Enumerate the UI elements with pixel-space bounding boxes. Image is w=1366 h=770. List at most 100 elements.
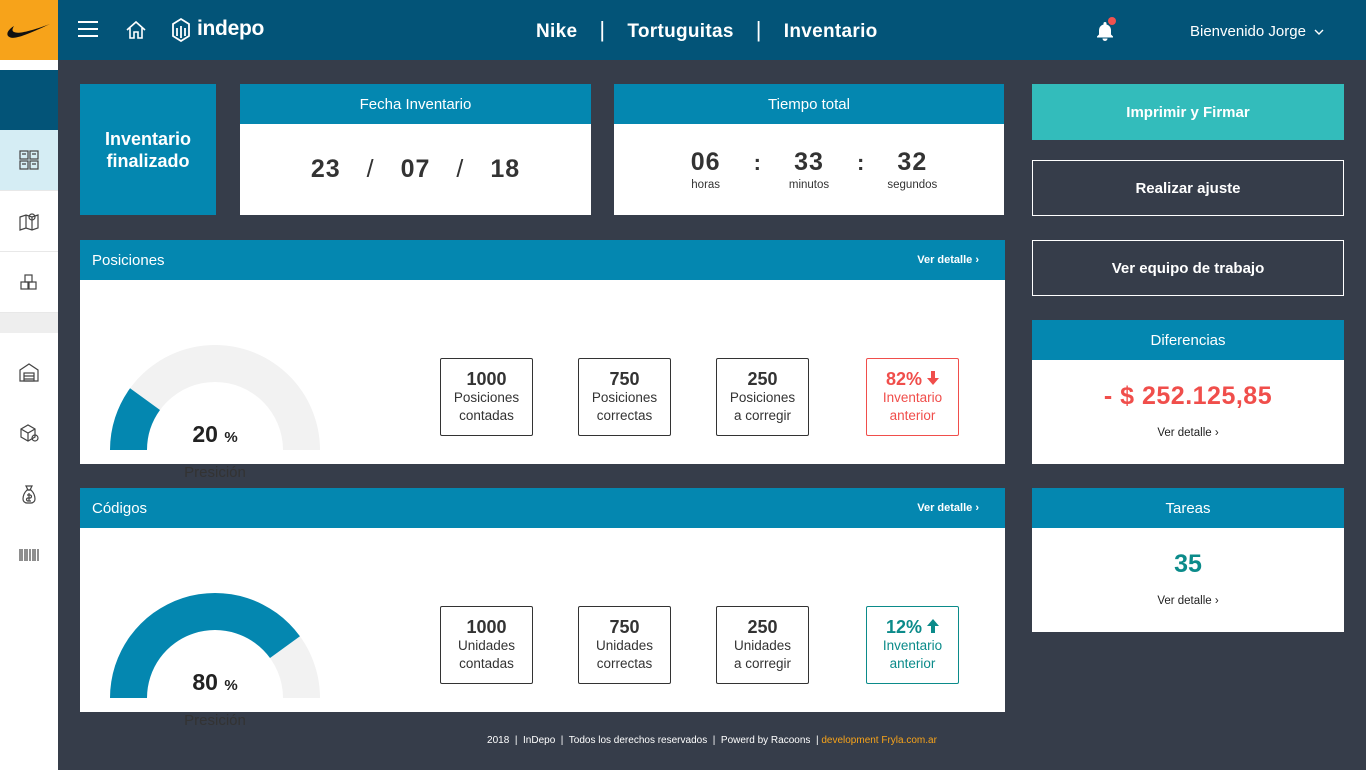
stat-label: Unidades <box>595 638 654 653</box>
barcode-icon <box>19 548 39 561</box>
warehouse-icon <box>19 362 39 382</box>
top-bar: indepo Nike | Tortuguitas | Inventario B… <box>58 0 1366 60</box>
date-year: 18 <box>490 155 521 183</box>
stat-label: Inventario <box>882 390 943 405</box>
codes-precision-unit: % <box>224 677 238 694</box>
breadcrumb: Nike | Tortuguitas | Inventario <box>536 17 878 45</box>
total-time-card: Tiempo total 06 horas : 33 minutos : 32 … <box>614 84 1004 215</box>
codes-panel: Códigos Ver detalle › 80 % Presición 100… <box>80 488 1005 729</box>
status-line-2: finalizado <box>106 150 190 171</box>
stat-label: Posiciones <box>591 390 658 405</box>
differences-card: Diferencias - $ 252.125,85 Ver detalle › <box>1032 320 1344 464</box>
tasks-detail-link[interactable]: Ver detalle › <box>1032 595 1344 607</box>
codes-precision-label: Presición <box>184 712 246 729</box>
positions-precision-value: 20 <box>192 421 218 447</box>
stat-label: Posiciones <box>453 390 520 405</box>
units-correct-box: 750 Unidades correctas <box>578 606 671 684</box>
inventory-date-card: Fecha Inventario 23 / 07 / 18 <box>240 84 591 215</box>
time-colon: : <box>857 150 865 175</box>
user-menu[interactable]: Bienvenido Jorge <box>1190 23 1324 40</box>
differences-title: Diferencias <box>1032 320 1344 360</box>
notifications-bell-icon[interactable] <box>1094 17 1116 47</box>
nike-swoosh-icon <box>7 24 50 38</box>
package-search-icon <box>20 423 39 442</box>
stat-label: correctas <box>596 656 653 671</box>
positions-gauge: 20 % Presición <box>110 344 320 481</box>
arrow-down-icon <box>927 371 940 385</box>
hamburger-menu-icon[interactable] <box>78 21 98 37</box>
breadcrumb-separator: | <box>599 17 606 42</box>
codes-gauge: 80 % Presición <box>110 592 320 729</box>
stat-label: Posiciones <box>729 390 796 405</box>
stat-label: contadas <box>459 656 514 671</box>
sidebar-item-barcode[interactable] <box>0 524 58 585</box>
stat-label: contadas <box>459 408 514 423</box>
chevron-down-icon <box>1314 29 1324 35</box>
map-icon <box>19 213 39 231</box>
date-month: 07 <box>400 155 431 183</box>
make-adjustment-button[interactable]: Realizar ajuste <box>1032 160 1344 216</box>
view-team-button[interactable]: Ver equipo de trabajo <box>1032 240 1344 296</box>
user-greeting: Bienvenido Jorge <box>1190 23 1306 40</box>
footer: 2018 | InDepo | Todos los derechos reser… <box>58 735 1366 746</box>
date-separator: / <box>366 155 375 183</box>
stat-label: Inventario <box>882 638 943 653</box>
differences-value: - $ 252.125,85 <box>1103 382 1273 410</box>
brand-name: indepo <box>197 17 265 40</box>
arrow-up-icon <box>927 619 940 633</box>
breadcrumb-client[interactable]: Nike <box>536 21 577 43</box>
footer-developer-link[interactable]: development Fryla.com.ar <box>821 735 937 746</box>
home-icon[interactable] <box>125 19 147 46</box>
sidebar <box>0 0 58 770</box>
positions-correct-box: 750 Posiciones correctas <box>578 358 671 436</box>
sidebar-item-packages[interactable] <box>0 402 58 463</box>
stat-number: 82% <box>886 369 940 389</box>
tasks-title: Tareas <box>1032 488 1344 528</box>
tasks-count: 35 <box>1174 550 1202 578</box>
codes-previous-inventory-box: 12% Inventario anterior <box>866 606 959 684</box>
inventory-status-tile: Inventario finalizado <box>80 84 216 215</box>
tasks-card: Tareas 35 Ver detalle › <box>1032 488 1344 632</box>
units-counted-box: 1000 Unidades contadas <box>440 606 533 684</box>
stat-label: a corregir <box>733 408 792 423</box>
stat-label: Unidades <box>457 638 516 653</box>
sidebar-item-inventory[interactable] <box>0 130 58 191</box>
sidebar-item-warehouse[interactable] <box>0 341 58 402</box>
stat-number: 750 <box>609 617 640 637</box>
date-day: 23 <box>310 155 341 183</box>
differences-detail-link[interactable]: Ver detalle › <box>1032 427 1344 439</box>
status-line-1: Inventario <box>104 128 192 149</box>
codes-precision-value: 80 <box>192 669 218 695</box>
print-and-sign-button[interactable]: Imprimir y Firmar <box>1032 84 1344 140</box>
indepo-logo-icon <box>172 17 190 42</box>
money-bag-icon <box>22 484 36 504</box>
positions-detail-link[interactable]: Ver detalle › <box>917 254 979 266</box>
time-minutes: 33 <box>794 148 824 176</box>
time-hours-label: horas <box>691 179 721 191</box>
stat-number: 12% <box>885 617 940 637</box>
codes-detail-link[interactable]: Ver detalle › <box>917 502 979 514</box>
positions-previous-inventory-box: 82% Inventario anterior <box>866 358 959 436</box>
previous-inventory-percent: 12% <box>885 617 922 637</box>
stat-label: correctas <box>596 408 653 423</box>
breadcrumb-separator: | <box>755 17 762 42</box>
time-seconds-label: segundos <box>887 179 938 191</box>
positions-panel: Posiciones Ver detalle › 20 % Presición … <box>80 240 1005 481</box>
breadcrumb-site[interactable]: Tortuguitas <box>627 21 733 43</box>
stat-label: a corregir <box>733 656 792 671</box>
sidebar-item-money[interactable] <box>0 463 58 524</box>
sidebar-item-map[interactable] <box>0 191 58 252</box>
codes-title: Códigos <box>92 499 148 517</box>
brand-logo[interactable]: indepo <box>168 16 264 42</box>
client-logo[interactable] <box>0 0 58 60</box>
time-colon: : <box>753 150 761 175</box>
sidebar-header-block <box>0 70 58 130</box>
sidebar-item-boxes[interactable] <box>0 252 58 313</box>
breadcrumb-section[interactable]: Inventario <box>784 21 878 43</box>
units-to-fix-box: 250 Unidades a corregir <box>716 606 809 684</box>
stat-number: 750 <box>609 369 640 389</box>
stat-number: 1000 <box>466 369 507 389</box>
time-seconds: 32 <box>897 148 928 176</box>
stat-number: 250 <box>747 617 778 637</box>
codes-gauge-value: 80 % <box>110 669 320 696</box>
